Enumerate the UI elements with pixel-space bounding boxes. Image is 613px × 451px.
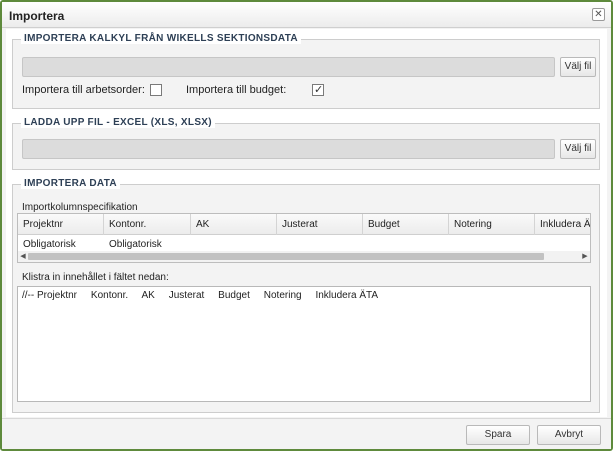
save-button[interactable]: Spara	[466, 425, 530, 445]
paste-label: Klistra in innehållet i fältet nedan:	[22, 272, 169, 283]
check-icon: ✓	[314, 84, 324, 96]
wikells-import-section: IMPORTERA KALKYL FRÅN WIKELLS SEKTIONSDA…	[12, 33, 600, 109]
workorder-checkbox-label: Importera till arbetsorder:	[22, 84, 145, 96]
table-cell: Obligatorisk	[23, 239, 76, 250]
import-dialog: Importera ✕ IMPORTERA KALKYL FRÅN WIKELL…	[0, 0, 613, 451]
close-icon[interactable]: ✕	[592, 8, 605, 21]
column-header: Notering	[449, 214, 535, 235]
column-header: Kontonr.	[104, 214, 191, 235]
column-spec-grid: Projektnr Kontonr. AK Justerat Budget No…	[17, 213, 591, 263]
dialog-content: IMPORTERA KALKYL FRÅN WIKELLS SEKTIONSDA…	[6, 29, 607, 417]
column-header: AK	[191, 214, 277, 235]
section-legend: IMPORTERA DATA	[21, 178, 120, 189]
grid-header: Projektnr Kontonr. AK Justerat Budget No…	[18, 214, 590, 235]
scroll-right-icon[interactable]: ▶	[580, 251, 590, 262]
section-legend: IMPORTERA KALKYL FRÅN WIKELLS SEKTIONSDA…	[21, 33, 301, 44]
column-header: Budget	[363, 214, 449, 235]
excel-upload-section: LADDA UPP FIL - EXCEL (XLS, XLSX) Välj f…	[12, 117, 600, 170]
budget-checkbox-label: Importera till budget:	[186, 84, 287, 96]
table-cell: Obligatorisk	[109, 239, 162, 250]
excel-file-field[interactable]	[22, 139, 555, 159]
scroll-thumb[interactable]	[28, 253, 544, 260]
cancel-button[interactable]: Avbryt	[537, 425, 601, 445]
column-header: Projektnr	[18, 214, 104, 235]
title-bar: Importera ✕	[2, 2, 611, 28]
browse-file-button[interactable]: Välj fil	[560, 139, 596, 159]
horizontal-scrollbar[interactable]: ◀ ▶	[18, 251, 590, 262]
dialog-title: Importera	[9, 9, 65, 23]
section-legend: LADDA UPP FIL - EXCEL (XLS, XLSX)	[21, 117, 215, 128]
scroll-left-icon[interactable]: ◀	[18, 251, 28, 262]
column-header: Inkludera ÄTA	[535, 214, 590, 235]
column-spec-label: Importkolumnspecifikation	[22, 202, 138, 213]
wikells-file-field[interactable]	[22, 57, 555, 77]
workorder-checkbox[interactable]	[150, 84, 162, 96]
browse-file-button[interactable]: Välj fil	[560, 57, 596, 77]
column-header: Justerat	[277, 214, 363, 235]
dialog-footer: Spara Avbryt	[2, 418, 611, 449]
budget-checkbox[interactable]: ✓	[312, 84, 324, 96]
paste-textarea[interactable]: //-- Projektnr Kontonr. AK Justerat Budg…	[17, 286, 591, 402]
